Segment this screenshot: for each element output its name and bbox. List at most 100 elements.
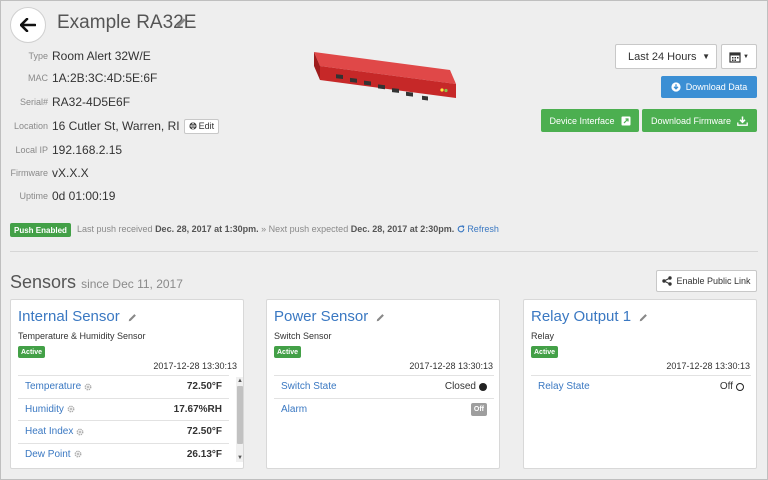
reading-label-text: Switch State (281, 381, 337, 393)
sensor-card-power: Power Sensor Switch Sensor Active 2017-1… (266, 299, 500, 469)
pencil-icon[interactable] (376, 313, 385, 322)
sensors-heading: Sensors since Dec 11, 2017 (10, 272, 183, 293)
sensor-card-title[interactable]: Power Sensor (274, 308, 385, 325)
reading-value-text: Closed (444, 381, 476, 393)
table-row: Temperature 72.50°F (18, 375, 229, 398)
sensor-card-internal: Internal Sensor Temperature & Humidity S… (10, 299, 244, 469)
reading-label-heat-index[interactable]: Heat Index (25, 426, 84, 437)
sensor-card-title-text: Internal Sensor (18, 308, 120, 325)
closed-indicator-icon (479, 382, 487, 391)
sensor-card-relay: Relay Output 1 Relay Active 2017-12-28 1… (523, 299, 757, 469)
info-label: MAC (28, 73, 48, 83)
push-enabled-badge: Push Enabled (10, 223, 71, 237)
info-row-uptime: Uptime 0d 01:00:19 (0, 186, 115, 206)
table-row: Humidity 17.67%RH (18, 397, 229, 421)
info-row-serial: Serial# RA32-4D5E6F (0, 92, 130, 112)
info-value: 16 Cutler St, Warren, RI (52, 119, 180, 133)
refresh-link[interactable]: Refresh (457, 224, 499, 234)
alarm-toggle[interactable]: Off (470, 402, 487, 416)
table-row: Heat Index 72.50°F (18, 420, 229, 443)
reading-label-dew-point[interactable]: Dew Point (25, 449, 82, 460)
edit-location-button[interactable]: Edit (183, 118, 220, 134)
sensor-card-timestamp: 2017-12-28 13:30:13 (666, 361, 750, 371)
reading-label-humidity[interactable]: Humidity (25, 404, 75, 415)
globe-icon (188, 122, 197, 130)
calendar-icon (729, 51, 741, 63)
chevron-down-icon: ▼ (702, 52, 710, 61)
sensors-title: Sensors (10, 272, 77, 292)
enable-public-link-button[interactable]: Enable Public Link (656, 270, 757, 292)
gear-icon[interactable] (76, 428, 84, 436)
pencil-icon[interactable] (128, 313, 137, 322)
info-value: vX.X.X (52, 166, 89, 180)
device-interface-button[interactable]: Device Interface (541, 109, 639, 132)
download-data-button[interactable]: Download Data (661, 76, 757, 98)
refresh-label: Refresh (467, 224, 499, 234)
push-last-time: Dec. 28, 2017 at 1:30pm. (155, 224, 259, 234)
sensor-card-type: Switch Sensor (274, 331, 332, 341)
calendar-button[interactable]: ▼ (721, 44, 757, 69)
sensor-card-title[interactable]: Relay Output 1 (531, 308, 648, 325)
info-label: Firmware (10, 168, 49, 178)
table-row: Switch State Closed (274, 375, 494, 398)
sensor-card-title-text: Power Sensor (274, 308, 369, 325)
edit-location-label: Edit (198, 121, 215, 131)
reading-value: 17.67%RH (173, 403, 222, 415)
back-button[interactable] (10, 7, 46, 43)
external-link-icon (621, 116, 631, 125)
reading-label-relay-state[interactable]: Relay State (538, 381, 590, 392)
info-value: Room Alert 32W/E (52, 49, 151, 63)
reading-label-alarm[interactable]: Alarm (281, 404, 307, 415)
time-range-select[interactable]: Last 24 Hours ▼ (615, 44, 717, 69)
sensor-card-type: Relay (531, 331, 555, 341)
active-badge: Active (18, 346, 46, 358)
active-badge: Active (531, 346, 559, 358)
reading-label-temperature[interactable]: Temperature (25, 381, 92, 392)
gear-icon[interactable] (67, 405, 75, 413)
push-next-prefix: » Next push expected (261, 224, 349, 234)
time-range-value: Last 24 Hours (628, 50, 697, 63)
reading-label-text: Alarm (281, 403, 308, 415)
reading-value-text: Off (719, 381, 733, 393)
reading-value: 72.50°F (186, 381, 222, 393)
info-row-mac: MAC 1A:2B:3C:4D:5E:6F (0, 68, 157, 88)
info-value: 1A:2B:3C:4D:5E:6F (52, 71, 158, 85)
push-next-time: Dec. 28, 2017 at 2:30pm. (350, 224, 455, 234)
refresh-icon (457, 225, 465, 233)
sensor-card-title-text: Relay Output 1 (531, 308, 632, 325)
device-interface-label: Device Interface (549, 115, 615, 126)
sensor-card-timestamp: 2017-12-28 13:30:13 (409, 361, 493, 371)
info-value: 0d 01:00:19 (52, 189, 116, 203)
reading-value-relay-state: Off (720, 381, 744, 392)
section-divider (10, 251, 758, 252)
readings-scrollbar[interactable]: ▲ ▼ (236, 377, 243, 462)
table-row: Relay State Off (531, 375, 751, 398)
scroll-up-arrow[interactable]: ▲ (236, 377, 243, 385)
pencil-icon[interactable] (639, 313, 648, 322)
device-image (314, 52, 456, 101)
scroll-thumb[interactable] (237, 386, 243, 444)
gear-icon[interactable] (84, 383, 92, 391)
info-row-type: Type Room Alert 32W/E (0, 46, 151, 66)
scroll-down-arrow[interactable]: ▼ (236, 454, 243, 462)
edit-title-pencil-icon[interactable] (176, 17, 187, 28)
gear-icon[interactable] (74, 450, 82, 458)
reading-label-text: Humidity (25, 403, 64, 415)
push-status-text: Last push received Dec. 28, 2017 at 1:30… (77, 224, 499, 234)
reading-value: 72.50°F (186, 426, 222, 438)
reading-label-text: Dew Point (25, 448, 71, 460)
sensor-reading-list: Relay State Off (531, 375, 751, 398)
push-last-prefix: Last push received (77, 224, 153, 234)
chevron-down-icon: ▼ (743, 53, 749, 60)
download-firmware-button[interactable]: Download Firmware (642, 109, 757, 132)
info-row-location: Location 16 Cutler St, Warren, RI Edit (0, 116, 220, 136)
sensor-reading-list: Switch State Closed Alarm Off (274, 375, 494, 420)
reading-label-switch-state[interactable]: Switch State (281, 381, 337, 392)
download-icon (671, 82, 681, 92)
table-row: Dew Point 26.13°F (18, 442, 229, 466)
reading-value: 26.13°F (186, 448, 222, 460)
info-label: Serial# (19, 97, 48, 107)
sensor-reading-list: Temperature 72.50°F Humidity 17.67%RH He… (18, 375, 229, 465)
info-row-firmware: Firmware vX.X.X (0, 163, 89, 183)
sensor-card-title[interactable]: Internal Sensor (18, 308, 137, 325)
